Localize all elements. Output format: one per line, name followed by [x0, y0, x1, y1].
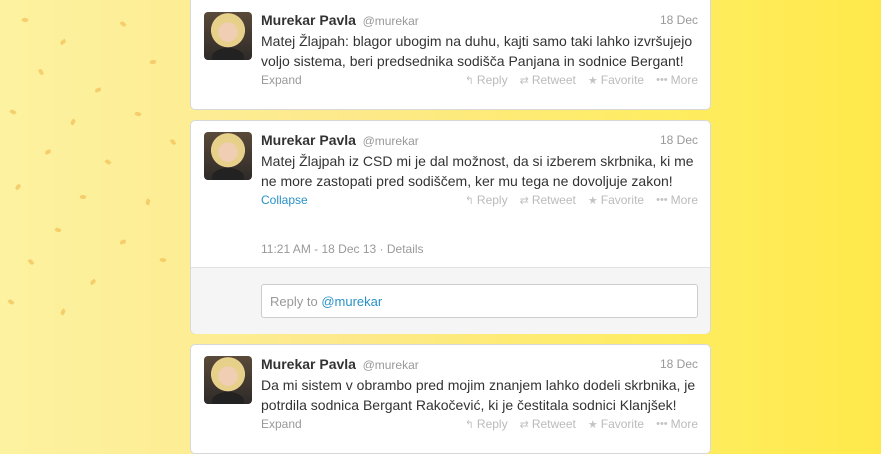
favorite-button[interactable]: ★ Favorite [588, 417, 644, 431]
tweet-date[interactable]: 18 Dec [660, 357, 698, 371]
details-link[interactable]: Details [387, 242, 424, 256]
tweet-actions: ↰ Reply ⇄ Retweet ★ Favorite ••• More [465, 417, 698, 431]
reply-mention: @murekar [321, 294, 383, 309]
tweet-author-handle[interactable]: @murekar [363, 134, 419, 148]
avatar[interactable] [204, 356, 252, 404]
reply-button[interactable]: ↰ Reply [465, 417, 508, 431]
tweet-actions: ↰ Reply ⇄ Retweet ★ Favorite ••• More [465, 193, 698, 207]
star-icon: ★ [587, 194, 598, 207]
tweet-date[interactable]: 18 Dec [660, 133, 698, 147]
tweet-text: Matej Žlajpah: blagor ubogim na duhu, ka… [261, 33, 693, 69]
avatar[interactable] [204, 132, 252, 180]
tweet-date[interactable]: 18 Dec [660, 13, 698, 27]
star-icon: ★ [587, 74, 598, 87]
expand-link[interactable]: Expand [261, 417, 302, 431]
more-dots-icon: ••• [656, 74, 668, 86]
tweet-text: Matej Žlajpah iz CSD mi je dal možnost, … [261, 153, 694, 189]
tweet-author-name[interactable]: Murekar Pavla [261, 356, 356, 372]
tweet-text: Da mi sistem v obrambo pred mojim znanje… [261, 377, 696, 413]
separator: · [379, 242, 387, 256]
tweet-author-name[interactable]: Murekar Pavla [261, 12, 356, 28]
more-button[interactable]: ••• More [656, 417, 698, 431]
retweet-button[interactable]: ⇄ Retweet [520, 417, 576, 431]
favorite-button[interactable]: ★ Favorite [588, 193, 644, 207]
expand-link[interactable]: Expand [261, 73, 302, 87]
collapse-link[interactable]: Collapse [261, 193, 308, 207]
tweet-timestamp-row: 11:21 AM - 18 Dec 13 · Details [261, 242, 424, 256]
more-dots-icon: ••• [656, 194, 668, 206]
reply-icon: ↰ [464, 74, 474, 87]
tweet-author-handle[interactable]: @murekar [363, 14, 419, 28]
avatar[interactable] [204, 12, 252, 60]
reply-input[interactable]: Reply to @murekar [261, 284, 698, 318]
reply-button[interactable]: ↰ Reply [465, 193, 508, 207]
more-button[interactable]: ••• More [656, 73, 698, 87]
tweet-author-name[interactable]: Murekar Pavla [261, 132, 356, 148]
tweet-card[interactable]: Murekar Pavla @murekar 18 Dec Da mi sist… [190, 344, 711, 454]
tweet-timestamp[interactable]: 11:21 AM - 18 Dec 13 [261, 242, 376, 256]
tweet-card-expanded[interactable]: Murekar Pavla @murekar 18 Dec Matej Žlaj… [190, 120, 711, 334]
favorite-button[interactable]: ★ Favorite [588, 73, 644, 87]
tweet-card[interactable]: Murekar Pavla @murekar 18 Dec Matej Žlaj… [190, 0, 711, 110]
reply-button[interactable]: ↰ Reply [465, 73, 508, 87]
background-leaf-pattern [0, 0, 190, 440]
reply-icon: ↰ [464, 418, 474, 431]
retweet-icon: ⇄ [519, 194, 529, 207]
reply-icon: ↰ [464, 194, 474, 207]
tweet-actions: ↰ Reply ⇄ Retweet ★ Favorite ••• More [465, 73, 698, 87]
reply-box: Reply to @murekar [191, 267, 710, 334]
retweet-icon: ⇄ [519, 74, 529, 87]
reply-placeholder: Reply to [270, 294, 322, 309]
retweet-button[interactable]: ⇄ Retweet [520, 73, 576, 87]
retweet-icon: ⇄ [519, 418, 529, 431]
retweet-button[interactable]: ⇄ Retweet [520, 193, 576, 207]
tweet-author-handle[interactable]: @murekar [363, 358, 419, 372]
star-icon: ★ [587, 418, 598, 431]
more-dots-icon: ••• [656, 418, 668, 430]
more-button[interactable]: ••• More [656, 193, 698, 207]
